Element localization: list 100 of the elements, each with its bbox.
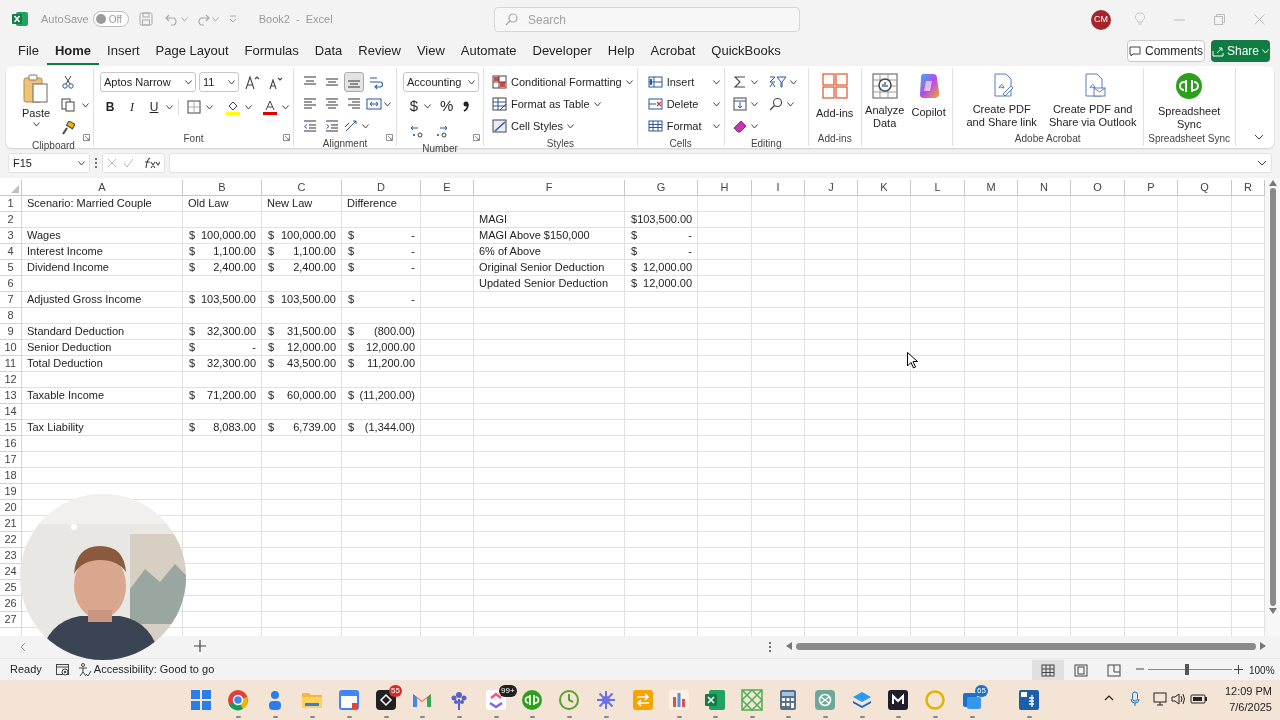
bar-chart-icon[interactable] <box>668 689 690 711</box>
caret-icon[interactable] <box>206 104 213 110</box>
wrap-text-icon[interactable] <box>369 75 383 89</box>
comments-button[interactable]: Comments <box>1127 40 1205 62</box>
cells-menu-button[interactable]: Format <box>647 116 720 136</box>
row-header[interactable]: 7 <box>0 292 22 308</box>
row-header[interactable]: 1 <box>0 196 22 212</box>
row-header[interactable]: 26 <box>0 596 22 612</box>
caret-icon[interactable] <box>789 79 797 85</box>
caret-icon[interactable] <box>712 79 720 85</box>
row-header[interactable]: 21 <box>0 516 22 532</box>
autosum-icon[interactable] <box>732 75 747 89</box>
paste-button[interactable]: Paste <box>18 72 54 138</box>
caret-icon[interactable] <box>78 160 85 166</box>
column-header[interactable]: I <box>752 180 805 196</box>
search-field[interactable]: Search <box>494 7 800 32</box>
column-header[interactable]: R <box>1232 180 1265 196</box>
column-header[interactable]: F <box>474 180 625 196</box>
underline-button[interactable]: U <box>144 97 164 117</box>
previous-sheet-icon[interactable] <box>20 642 26 652</box>
font-color-icon[interactable] <box>263 99 277 115</box>
caret-icon[interactable] <box>228 79 235 85</box>
caret-icon[interactable] <box>750 79 758 85</box>
merge-center-icon[interactable] <box>366 97 382 111</box>
browser-icon[interactable] <box>227 689 249 711</box>
row-header[interactable]: 17 <box>0 452 22 468</box>
column-header[interactable]: G <box>625 180 698 196</box>
column-header[interactable]: P <box>1125 180 1178 196</box>
row-header[interactable]: 12 <box>0 372 22 388</box>
battery-icon[interactable] <box>1190 693 1208 705</box>
vertical-scrollbar-thumb[interactable] <box>1269 188 1276 606</box>
layers-icon[interactable] <box>851 689 873 711</box>
ribbon-tab[interactable]: Automate <box>452 39 525 65</box>
caret-icon[interactable] <box>593 101 601 107</box>
accessibility-status[interactable]: Accessibility: Good to go <box>77 661 215 678</box>
view-button[interactable] <box>1032 660 1064 680</box>
decrease-decimal-icon[interactable] <box>434 123 448 138</box>
row-header[interactable]: 6 <box>0 276 22 292</box>
styles-menu-button[interactable]: Conditional Formatting <box>492 72 633 92</box>
caret-icon[interactable] <box>750 123 758 129</box>
row-header[interactable]: 23 <box>0 548 22 564</box>
scroll-right-icon[interactable] <box>1260 642 1266 650</box>
row-header[interactable]: 8 <box>0 308 22 324</box>
more-options-icon[interactable] <box>768 641 772 653</box>
currency-format-button[interactable]: $ <box>407 95 421 118</box>
macro-record-icon[interactable] <box>55 663 70 676</box>
row-header[interactable]: 22 <box>0 532 22 548</box>
increase-decimal-icon[interactable] <box>410 123 424 138</box>
column-header[interactable]: O <box>1071 180 1125 196</box>
number-format-dropdown[interactable]: Accounting <box>403 72 479 92</box>
caret-icon[interactable] <box>32 121 40 127</box>
row-header[interactable]: 4 <box>0 244 22 260</box>
row-header[interactable]: 25 <box>0 580 22 596</box>
column-header[interactable]: E <box>421 180 474 196</box>
caret-icon[interactable] <box>712 123 720 129</box>
caret-icon[interactable] <box>362 123 369 129</box>
copilot-button[interactable]: Copilot <box>909 72 948 130</box>
caret-icon[interactable] <box>166 104 173 110</box>
orientation-icon[interactable] <box>344 119 360 133</box>
scroll-down-icon[interactable] <box>1268 608 1277 614</box>
fill-down-icon[interactable] <box>732 97 747 111</box>
scissors-icon[interactable] <box>61 75 75 89</box>
show-hidden-icons-icon[interactable] <box>1104 695 1114 701</box>
row-header[interactable]: 2 <box>0 212 22 228</box>
italic-button[interactable]: I <box>122 97 142 117</box>
column-header[interactable]: H <box>698 180 752 196</box>
column-header[interactable]: J <box>805 180 858 196</box>
find-icon[interactable] <box>768 97 783 111</box>
font-size-dropdown[interactable]: 11 <box>199 72 239 92</box>
scroll-up-icon[interactable] <box>1268 180 1277 186</box>
clock-icon[interactable] <box>558 689 580 711</box>
spreadsheet-sync-button[interactable]: Spreadsheet Sync <box>1156 72 1223 131</box>
caret-icon[interactable] <box>424 103 431 109</box>
calendar-icon[interactable] <box>338 689 360 711</box>
column-header[interactable]: K <box>858 180 911 196</box>
column-header[interactable]: C <box>262 180 342 196</box>
column-header[interactable]: M <box>965 180 1018 196</box>
ribbon-tab[interactable]: Page Layout <box>147 39 237 65</box>
row-header[interactable]: 19 <box>0 484 22 500</box>
expand-formula-bar-icon[interactable] <box>1257 160 1267 166</box>
align-right-icon[interactable] <box>347 97 361 111</box>
ribbon-tab[interactable]: Insert <box>99 39 148 65</box>
zoom-slider[interactable] <box>1148 664 1232 675</box>
add-sheet-icon[interactable] <box>194 640 206 652</box>
horizontal-scrollbar-thumb[interactable] <box>796 643 1256 650</box>
row-header[interactable]: 16 <box>0 436 22 452</box>
quickbooks-logo-icon[interactable] <box>521 689 543 711</box>
dialog-launcher-icon[interactable] <box>386 134 393 141</box>
row-header[interactable]: 15 <box>0 420 22 436</box>
row-header[interactable]: 18 <box>0 468 22 484</box>
windows-start-icon[interactable] <box>190 689 212 711</box>
increase-font-icon[interactable] <box>244 74 260 90</box>
decrease-indent-icon[interactable] <box>303 119 317 133</box>
dark-tile-icon[interactable] <box>887 689 909 711</box>
increase-indent-icon[interactable] <box>325 119 339 133</box>
row-header[interactable]: 20 <box>0 500 22 516</box>
calculator-icon[interactable] <box>777 689 799 711</box>
microphone-icon[interactable] <box>1130 691 1140 707</box>
align-middle-icon[interactable] <box>325 75 339 89</box>
row-header[interactable]: 9 <box>0 324 22 340</box>
